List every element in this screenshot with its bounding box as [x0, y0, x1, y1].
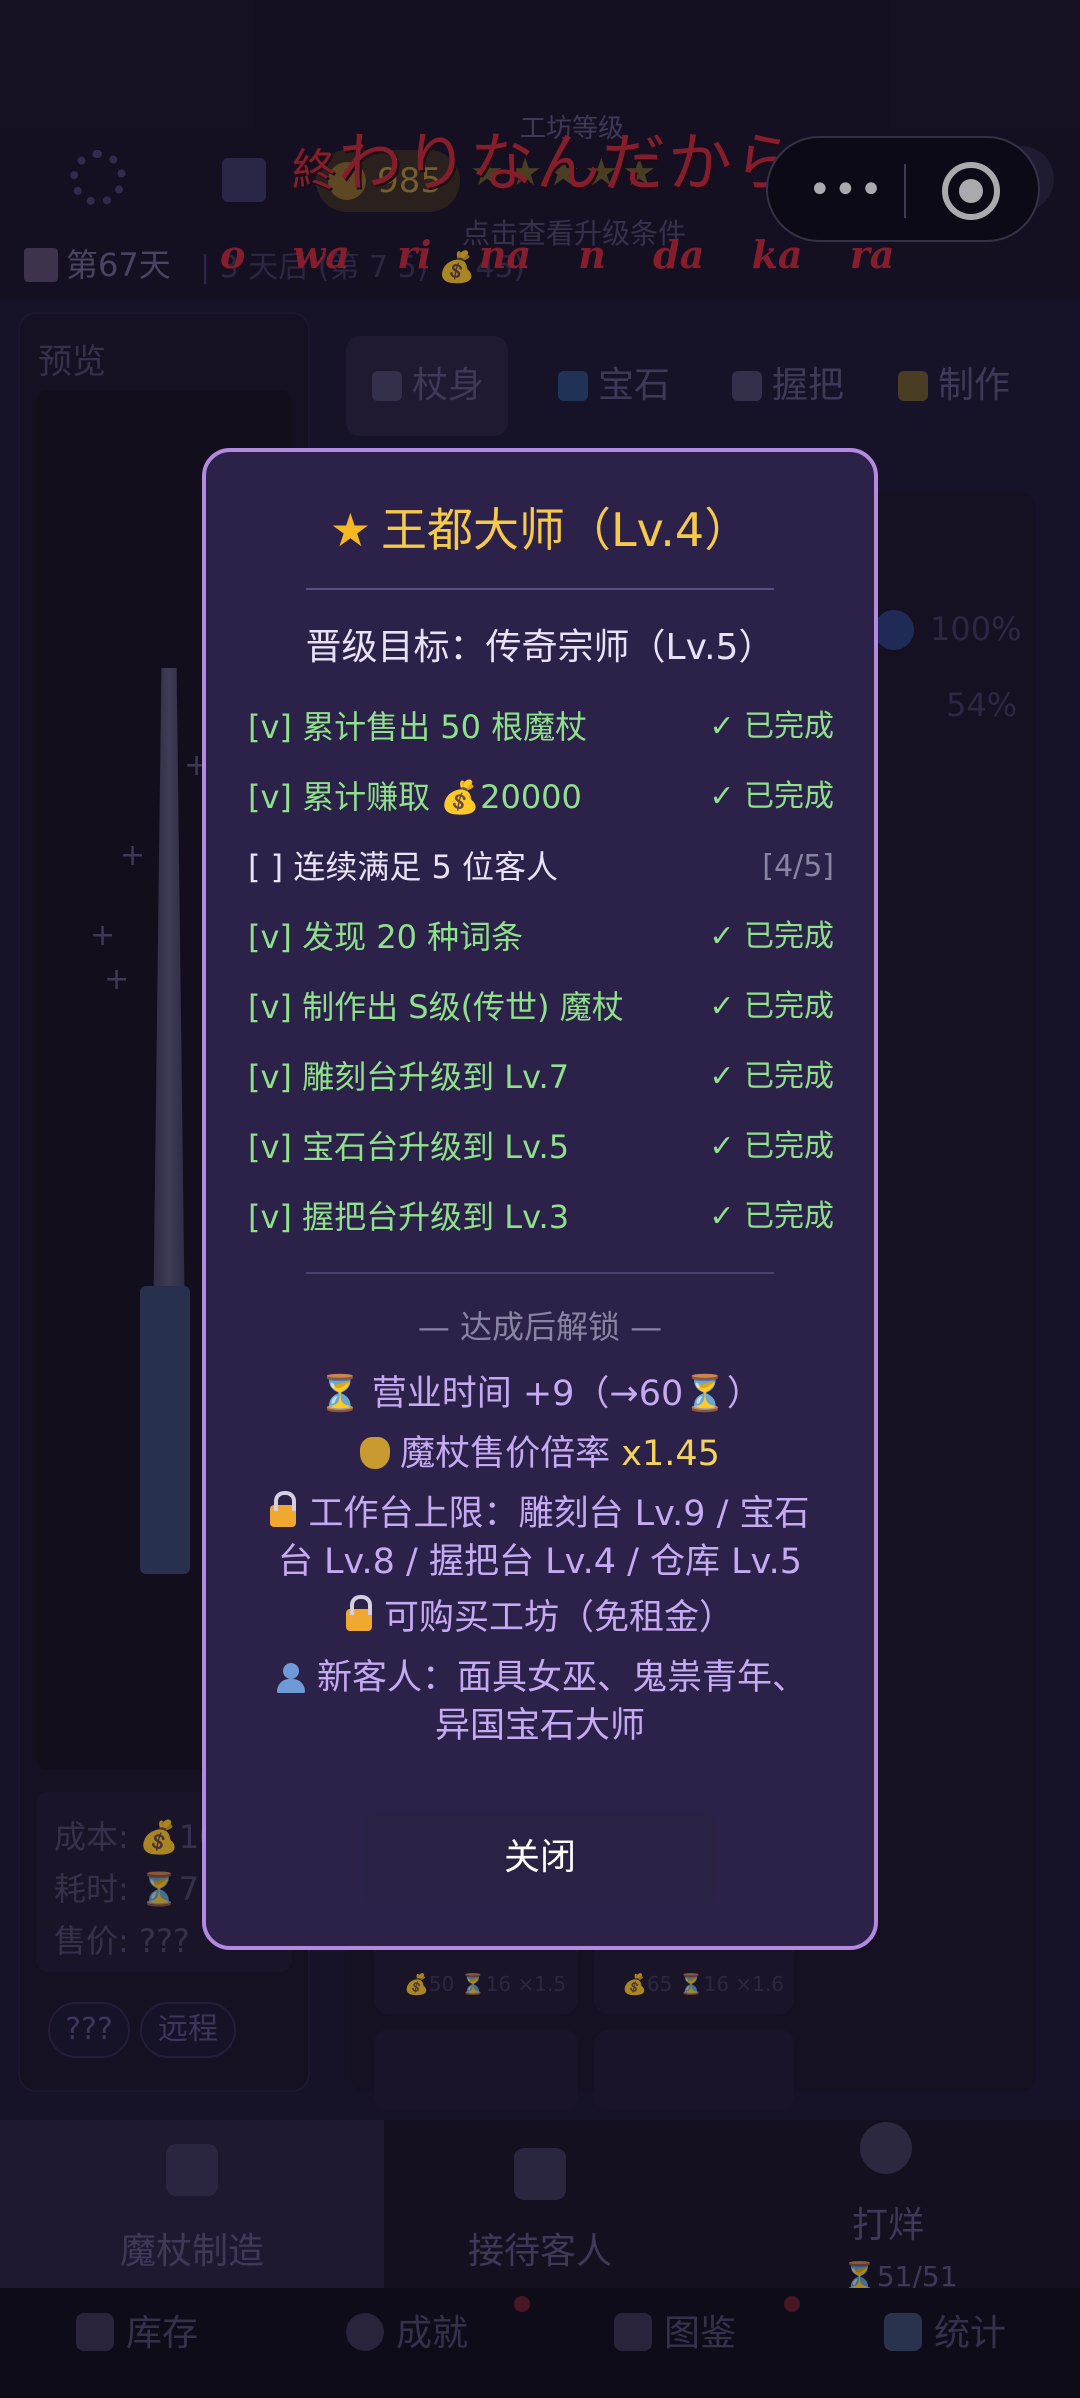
- unlock-bench-limit-cont: 台 Lv.8 / 握把台 Lv.4 / 仓库 Lv.5: [277, 1542, 803, 1582]
- requirement-row: [v] 握把台升级到 Lv.3 ✓ 已完成: [248, 1192, 834, 1242]
- requirement-progress: [4/5]: [762, 849, 834, 884]
- close-button[interactable]: 关闭: [364, 1810, 716, 1906]
- people-icon: [273, 1663, 307, 1693]
- divider: [306, 588, 774, 590]
- requirement-status: ✓ 已完成: [709, 709, 834, 744]
- unlock-header: — 达成后解锁 —: [417, 1308, 663, 1346]
- requirement-row: [v] 发现 20 种词条 ✓ 已完成: [248, 912, 834, 962]
- requirement-row: [ ] 连续满足 5 位客人 [4/5]: [248, 842, 834, 892]
- requirement-text: [v] 发现 20 种词条: [248, 918, 524, 956]
- lock-icon: [345, 1595, 372, 1631]
- unlock-price-multiplier: 魔杖售价倍率 x1.45: [242, 1426, 838, 1482]
- requirement-text: [v] 累计售出 50 根魔杖: [248, 708, 588, 746]
- unlock-new-customers-cont: 异国宝石大师: [434, 1706, 645, 1746]
- unlock-buy-workshop: 可购买工坊（免租金）: [242, 1590, 838, 1646]
- modal-title: ★ 王都大师（Lv.4）: [329, 503, 751, 557]
- promotion-target: 晋级目标：传奇宗师（Lv.5）: [305, 627, 775, 668]
- requirement-status: ✓ 已完成: [709, 989, 834, 1024]
- requirement-text: [ ] 连续满足 5 位客人: [248, 848, 559, 886]
- requirement-text: [v] 累计赚取 💰20000: [248, 778, 582, 816]
- requirement-text: [v] 雕刻台升级到 Lv.7: [248, 1058, 570, 1096]
- requirement-status: ✓ 已完成: [709, 1199, 834, 1234]
- unlock-hours: ⏳ 营业时间 +9（→60⏳）: [242, 1366, 838, 1422]
- requirement-row: [v] 制作出 S级(传世) 魔杖 ✓ 已完成: [248, 982, 834, 1032]
- star-icon: ★: [329, 503, 372, 557]
- requirement-row: [v] 累计赚取 💰20000 ✓ 已完成: [248, 772, 834, 822]
- requirement-status: ✓ 已完成: [709, 919, 834, 954]
- requirement-row: [v] 宝石台升级到 Lv.5 ✓ 已完成: [248, 1122, 834, 1172]
- requirement-text: [v] 制作出 S级(传世) 魔杖: [248, 988, 624, 1026]
- requirement-row: [v] 累计售出 50 根魔杖 ✓ 已完成: [248, 702, 834, 752]
- money-bag-icon: [360, 1437, 391, 1469]
- requirement-status: ✓ 已完成: [709, 779, 834, 814]
- requirement-row: [v] 雕刻台升级到 Lv.7 ✓ 已完成: [248, 1052, 834, 1102]
- requirement-status: ✓ 已完成: [709, 1059, 834, 1094]
- divider: [306, 1272, 774, 1274]
- hourglass-icon: ⏳: [318, 1374, 362, 1414]
- requirement-text: [v] 宝石台升级到 Lv.5: [248, 1128, 570, 1166]
- lock-icon: [270, 1491, 297, 1527]
- requirement-text: [v] 握把台升级到 Lv.3: [248, 1198, 570, 1236]
- requirement-status: ✓ 已完成: [709, 1129, 834, 1164]
